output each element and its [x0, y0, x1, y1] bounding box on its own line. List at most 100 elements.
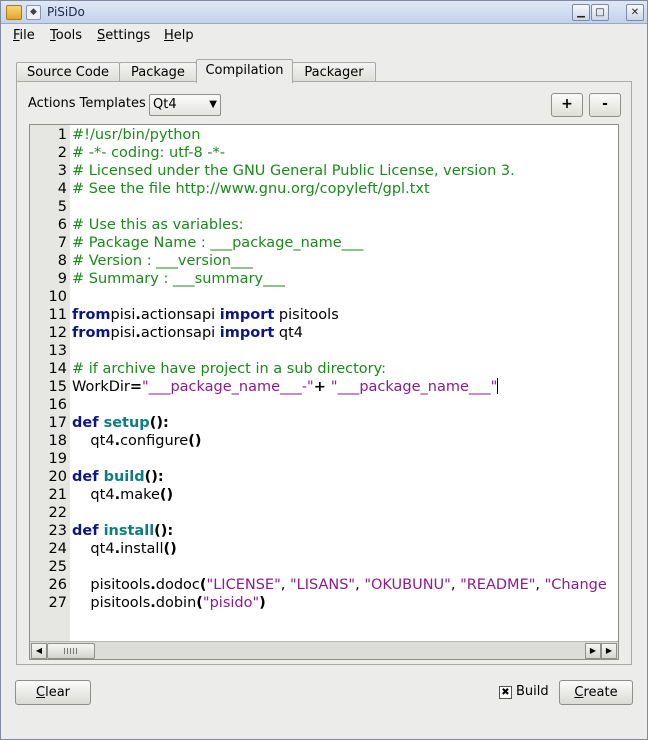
code-line[interactable]: 18 qt4.configure()	[30, 432, 618, 450]
scrollbar-thumb[interactable]	[47, 643, 95, 659]
menu-help[interactable]: Help	[164, 28, 194, 43]
code-editor[interactable]: 1 #!/usr/bin/python 2 # -*- coding: utf-8 -…	[29, 124, 619, 660]
code-line[interactable]: 26 pisitools.dodoc("LICENSE", "LISANS", …	[30, 576, 618, 594]
line-number: 23	[48, 523, 67, 539]
line-number: 20	[48, 469, 67, 485]
line-number: 27	[48, 595, 67, 611]
code-token: #!/usr/bin/python	[72, 127, 201, 143]
line-number: 4	[57, 181, 67, 197]
code-token: ,	[450, 577, 461, 593]
code-token: ,	[280, 577, 290, 593]
code-line[interactable]: 19	[30, 450, 618, 468]
code-line[interactable]: 7 # Package Name : ___package_name___	[30, 234, 618, 252]
code-line[interactable]: 8 # Version : ___version___	[30, 252, 618, 270]
code-token: "___package_name___-"	[142, 379, 314, 395]
code-token: pisi	[110, 325, 136, 341]
code-line[interactable]: 25	[30, 558, 618, 576]
window-title: PiSiDo	[47, 5, 85, 19]
window-menu-icon[interactable]: ◆	[26, 5, 41, 20]
remove-template-button[interactable]: -	[589, 93, 621, 117]
code-line[interactable]: 12 frompisi.actionsapi import qt4	[30, 324, 618, 342]
code-token: configure	[120, 433, 189, 449]
line-number: 13	[48, 343, 67, 359]
chevron-down-icon: ▼	[209, 99, 217, 110]
code-token: "README"	[460, 577, 536, 593]
code-line[interactable]: 11 frompisi.actionsapi import pisitools	[30, 306, 618, 324]
code-line[interactable]: 3 # Licensed under the GNU General Public…	[30, 162, 618, 180]
code-token: ():	[154, 523, 174, 539]
code-line[interactable]: 16	[30, 396, 618, 414]
line-number: 16	[48, 397, 67, 413]
tab-source-code[interactable]: Source Code	[16, 62, 120, 82]
code-text: # See the file http://www.gnu.org/copyle…	[72, 180, 430, 198]
line-number: 19	[48, 451, 67, 467]
line-number: 7	[57, 235, 67, 251]
code-token: make	[120, 487, 160, 503]
code-line[interactable]: 21 qt4.make()	[30, 486, 618, 504]
code-token: def	[72, 469, 104, 485]
code-token: dobin	[155, 595, 197, 611]
code-line[interactable]: 15 WorkDir="___package_name___-"+ "___pac…	[30, 378, 618, 396]
close-icon[interactable]: ✕	[626, 4, 644, 21]
code-line[interactable]: 6 # Use this as variables:	[30, 216, 618, 234]
code-token: WorkDir	[72, 379, 130, 395]
add-template-button[interactable]: +	[551, 93, 583, 117]
code-line[interactable]: 27 pisitools.dobin("pisido")	[30, 594, 618, 612]
horizontal-scrollbar[interactable]: ◀ ▶ ▶	[30, 641, 618, 659]
code-token: install	[120, 541, 164, 557]
code-token: # Summary : ___summary___	[72, 271, 285, 287]
actions-templates-select[interactable]: Qt4 ▼	[149, 94, 221, 116]
menu-file[interactable]: File	[13, 28, 35, 43]
code-line[interactable]: 20 def build():	[30, 468, 618, 486]
scroll-right-end-icon[interactable]: ▶	[601, 643, 617, 659]
app-icon	[6, 5, 22, 20]
code-line[interactable]: 1 #!/usr/bin/python	[30, 126, 618, 144]
clear-button[interactable]: Clear	[15, 680, 91, 705]
code-line[interactable]: 13	[30, 342, 618, 360]
code-line[interactable]: 17 def setup():	[30, 414, 618, 432]
line-number: 3	[57, 163, 67, 179]
code-line[interactable]: 22	[30, 504, 618, 522]
tab-package[interactable]: Package	[119, 62, 197, 82]
build-checkbox-label: Build	[516, 684, 549, 699]
code-token: install	[103, 523, 155, 539]
code-line[interactable]: 2 # -*- coding: utf-8 -*-	[30, 144, 618, 162]
scroll-left-icon[interactable]: ◀	[31, 643, 47, 659]
code-token: actionsapi	[140, 325, 220, 341]
tab-packager[interactable]: Packager	[292, 62, 376, 82]
maximize-icon[interactable]: □	[591, 4, 609, 21]
code-line[interactable]: 9 # Summary : ___summary___	[30, 270, 618, 288]
line-number: 10	[48, 289, 67, 305]
code-text: # Summary : ___summary___	[72, 270, 285, 288]
code-token: ():	[144, 469, 164, 485]
minimize-icon[interactable]: ▁	[572, 4, 590, 21]
menu-tools[interactable]: Tools	[50, 28, 82, 43]
code-text: WorkDir="___package_name___-"+ "___packa…	[72, 378, 499, 396]
create-button[interactable]: Create	[559, 680, 633, 705]
code-token: "pisido"	[202, 595, 260, 611]
code-token: # Version : ___version___	[72, 253, 253, 269]
code-text: def install():	[72, 522, 173, 540]
code-text: # Licensed under the GNU General Public …	[72, 162, 515, 180]
code-token: # Package Name : ___package_name___	[72, 235, 364, 251]
code-token: import	[219, 307, 275, 323]
actions-templates-label: Actions Templates	[28, 96, 146, 111]
title-bar[interactable]: ◆ PiSiDo ▁ □ ✕	[1, 1, 647, 24]
code-line[interactable]: 23 def install():	[30, 522, 618, 540]
tab-compilation[interactable]: Compilation	[196, 59, 293, 83]
line-number: 21	[48, 487, 67, 503]
code-line[interactable]: 4 # See the file http://www.gnu.org/copyl…	[30, 180, 618, 198]
code-line[interactable]: 5	[30, 198, 618, 216]
code-token: (	[196, 595, 203, 611]
actions-templates-value: Qt4	[153, 97, 177, 112]
scroll-right-icon[interactable]: ▶	[585, 643, 601, 659]
build-checkbox[interactable]: ✖	[499, 686, 512, 699]
code-token: pisitools	[72, 577, 151, 593]
menu-settings[interactable]: Settings	[97, 28, 150, 43]
code-token: build	[103, 469, 145, 485]
line-number: 17	[48, 415, 67, 431]
code-line[interactable]: 24 qt4.install()	[30, 540, 618, 558]
code-line[interactable]: 10	[30, 288, 618, 306]
code-text: qt4.make()	[72, 486, 173, 504]
code-line[interactable]: 14 # if archive have project in a sub dir…	[30, 360, 618, 378]
